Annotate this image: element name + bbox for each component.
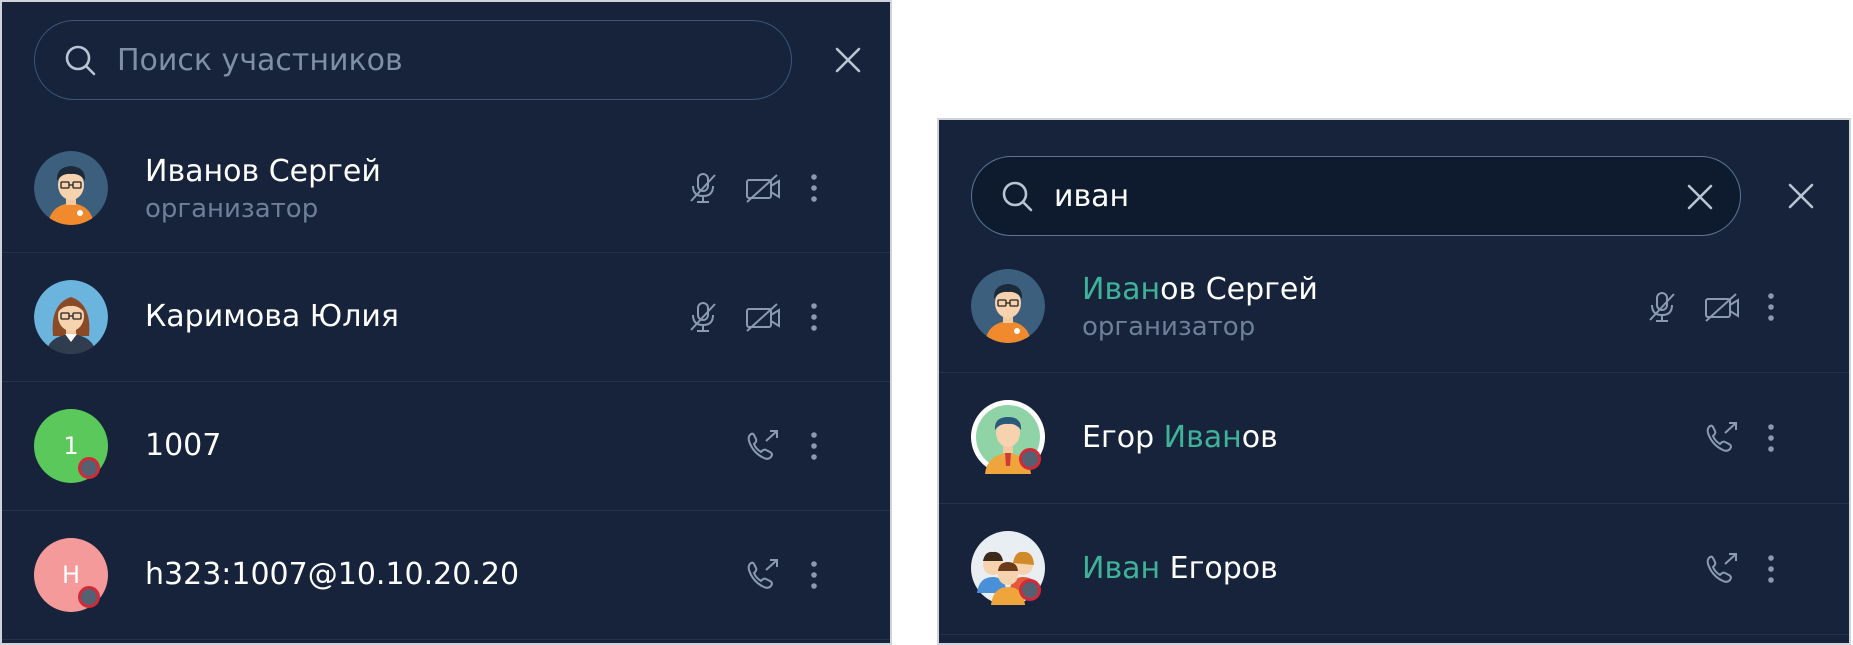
name-rest: ов — [1241, 420, 1278, 455]
more-icon[interactable] — [806, 300, 822, 334]
participant-role: организатор — [145, 194, 319, 224]
result-row[interactable]: Иван Егоров — [939, 504, 1849, 635]
participant-info: h323:1007@10.10.20.20 — [145, 555, 519, 595]
man-tie-avatar — [971, 400, 1045, 474]
mic-off-icon[interactable] — [686, 171, 720, 205]
mic-off-icon[interactable] — [1645, 290, 1679, 324]
call-icon[interactable] — [744, 558, 782, 592]
avatar-letter: 1 — [63, 432, 79, 460]
participant-role: организатор — [1082, 312, 1256, 342]
participant-name: Иванов Сергей — [1082, 270, 1318, 310]
name-pre: Егор — [1082, 420, 1164, 455]
name-match: Иван — [1082, 272, 1161, 307]
search-placeholder: Поиск участников — [117, 43, 403, 78]
search-row: иван — [939, 138, 1849, 238]
clear-icon[interactable] — [1684, 181, 1716, 213]
participant-name: Каримова Юлия — [145, 299, 399, 334]
participant-info: Иван Егоров — [1082, 549, 1278, 589]
participant-info: Егор Иванов — [1082, 418, 1278, 458]
camera-off-icon[interactable] — [1703, 290, 1741, 324]
result-row[interactable]: Егор Иванов — [939, 373, 1849, 504]
name-match: Иван — [1082, 551, 1161, 586]
search-icon — [65, 45, 96, 76]
participant-name: Егор Иванов — [1082, 418, 1278, 458]
more-icon[interactable] — [1763, 552, 1779, 586]
more-icon[interactable] — [806, 171, 822, 205]
participant-name: 1007 — [145, 428, 222, 463]
participant-name: Иван Егоров — [1082, 549, 1278, 589]
participant-name: h323:1007@10.10.20.20 — [145, 557, 520, 592]
offline-status-icon — [1019, 448, 1041, 470]
avatar-letter: H — [61, 561, 81, 589]
search-results-panel: иван Иванов Сергей организатор Егор Иван… — [937, 118, 1851, 645]
participant-name: Иванов Сергей — [145, 154, 381, 189]
participant-row[interactable]: H h323:1007@10.10.20.20 — [2, 511, 890, 640]
participants-list: Иванов Сергей организатор Каримова Юлия … — [2, 124, 890, 640]
name-match: Иван — [1163, 420, 1242, 455]
search-input[interactable]: Поиск участников — [34, 20, 792, 100]
participant-info: Иванов Сергей организатор — [1082, 270, 1318, 344]
more-icon[interactable] — [1763, 421, 1779, 455]
letter-avatar: H — [34, 538, 108, 612]
participant-row[interactable]: 1 1007 — [2, 382, 890, 511]
offline-status-icon — [78, 586, 100, 608]
search-input[interactable]: иван — [971, 156, 1741, 236]
call-icon[interactable] — [744, 429, 782, 463]
name-rest: Егоров — [1160, 551, 1278, 586]
man-avatar — [34, 151, 108, 225]
more-icon[interactable] — [806, 558, 822, 592]
close-icon[interactable] — [1784, 179, 1818, 213]
group-avatar — [971, 531, 1045, 605]
participant-row[interactable]: Каримова Юлия — [2, 253, 890, 382]
camera-off-icon[interactable] — [744, 300, 782, 334]
call-icon[interactable] — [1703, 552, 1741, 586]
participant-info: Каримова Юлия — [145, 297, 399, 337]
offline-status-icon — [1019, 579, 1041, 601]
more-icon[interactable] — [1763, 290, 1779, 324]
woman-avatar — [34, 280, 108, 354]
offline-status-icon — [78, 457, 100, 479]
letter-avatar: 1 — [34, 409, 108, 483]
results-list: Иванов Сергей организатор Егор Иванов Ив… — [939, 242, 1849, 635]
participants-panel: Поиск участников Иванов Сергей организат… — [0, 0, 892, 645]
participant-row[interactable]: Иванов Сергей организатор — [2, 124, 890, 253]
participant-info: Иванов Сергей организатор — [145, 152, 381, 226]
name-rest: ов Сергей — [1160, 272, 1318, 307]
participant-info: 1007 — [145, 426, 221, 466]
more-icon[interactable] — [806, 429, 822, 463]
search-value: иван — [1054, 179, 1130, 214]
mic-off-icon[interactable] — [686, 300, 720, 334]
call-icon[interactable] — [1703, 421, 1741, 455]
search-icon — [1002, 181, 1033, 212]
camera-off-icon[interactable] — [744, 171, 782, 205]
close-icon[interactable] — [831, 43, 865, 77]
search-row: Поиск участников — [2, 2, 890, 102]
result-row[interactable]: Иванов Сергей организатор — [939, 242, 1849, 373]
man-avatar — [971, 269, 1045, 343]
